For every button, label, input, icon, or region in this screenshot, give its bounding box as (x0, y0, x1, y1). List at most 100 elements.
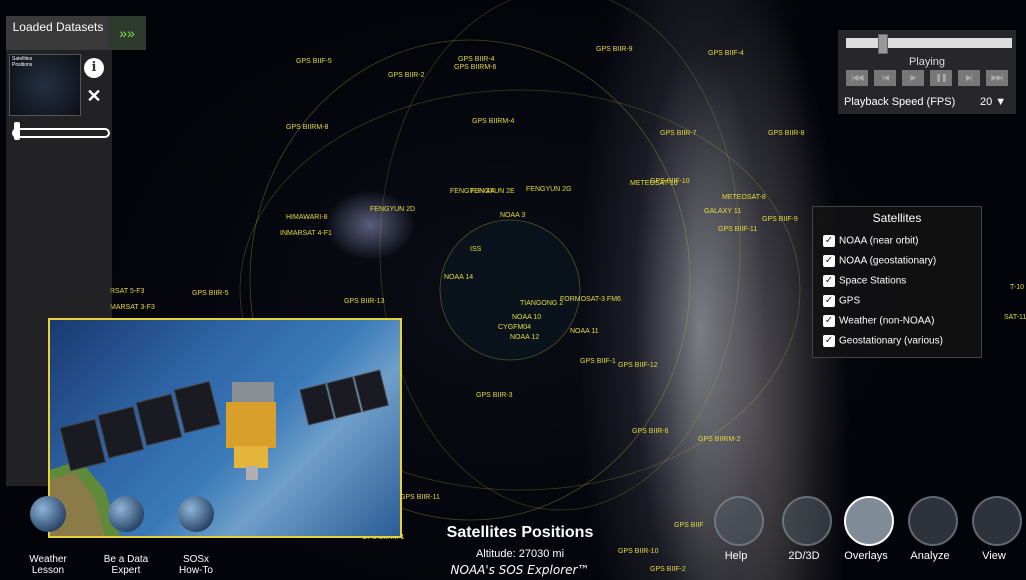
hand-touch-icon (714, 496, 764, 546)
chevron-double-right-icon[interactable]: »» (108, 16, 146, 50)
satellite-filter-space-stations[interactable]: ✓ Space Stations (823, 275, 906, 291)
satellite-label[interactable]: GPS BIIF-11 (718, 226, 757, 234)
skip-forward-button[interactable]: ▶▶| (986, 70, 1008, 86)
checkbox-icon[interactable]: ✓ (823, 255, 835, 267)
app-brand: NOAA's SOS Explorer™ (450, 563, 590, 577)
satellite-label[interactable]: FORMOSAT-3 FM6 (560, 296, 621, 304)
move-arrows-icon (972, 496, 1022, 546)
skip-back-button[interactable]: |◀◀ (846, 70, 868, 86)
pause-button[interactable]: ❚❚ (930, 70, 952, 86)
satellite-label[interactable]: GPS BIIF-12 (618, 362, 658, 370)
play-button[interactable]: ▶ (902, 70, 924, 86)
info-icon[interactable]: i (84, 58, 104, 78)
satellites-filter-panel: Satellites ✓ NOAA (near orbit) ✓ NOAA (geo… (812, 206, 982, 358)
satellite-label[interactable]: FENGYUN 2E (470, 188, 515, 196)
satellite-label[interactable]: T-10 (1010, 284, 1024, 292)
satellite-label[interactable]: GPS BIIRM-2 (698, 436, 740, 444)
satellite-label[interactable]: NOAA 11 (570, 328, 599, 336)
opacity-slider[interactable] (12, 128, 110, 138)
satellite-label[interactable]: GPS BIIR-8 (768, 130, 805, 138)
satellite-label[interactable]: GPS BIIR-9 (596, 46, 633, 54)
satellite-label[interactable]: METEOSAT-10 (630, 180, 678, 188)
checkbox-icon[interactable]: ✓ (823, 335, 835, 347)
2d-3d-label: 2D/3D (788, 550, 820, 562)
satellite-label[interactable]: GPS BIIR-3 (476, 392, 513, 400)
satellite-label[interactable]: GPS BIIR-11 (400, 494, 440, 502)
playback-panel: Playing |◀◀ |◀ ▶ ❚❚ ▶| ▶▶| Playback Spee… (838, 30, 1016, 114)
satellite-label[interactable]: HIMAWARI-8 (286, 214, 327, 222)
overlays-button[interactable]: Overlays (834, 496, 898, 580)
dataset-thumbnail[interactable]: Satellites Positions (9, 54, 81, 116)
checkbox-icon[interactable]: ✓ (823, 295, 835, 307)
analyze-button[interactable]: Analyze (898, 496, 962, 580)
satellite-label[interactable]: NOAA 12 (510, 334, 539, 342)
satellite-label[interactable]: GPS BIIF-9 (762, 216, 798, 224)
satellite-label[interactable]: GPS BIIF-4 (708, 50, 744, 58)
checkbox-icon[interactable]: ✓ (823, 235, 835, 247)
satellite-label[interactable]: MARSAT 3-F3 (110, 304, 155, 312)
satellite-label[interactable]: TIANGONG 2 (520, 300, 563, 308)
close-icon[interactable]: ✕ (84, 86, 104, 106)
step-forward-button[interactable]: ▶| (958, 70, 980, 86)
satellite-label[interactable]: NOAA 3 (500, 212, 525, 220)
satellites-panel-title: Satellites (872, 211, 922, 225)
view-button[interactable]: View (962, 496, 1026, 580)
satellite-label[interactable]: GPS BIIR-6 (632, 428, 669, 436)
satellite-label[interactable]: GPS BIIRM-6 (454, 64, 496, 72)
satellite-label[interactable]: GPS BIIR-13 (344, 298, 384, 306)
timeline-slider[interactable] (846, 38, 1012, 48)
satellite-label[interactable]: NOAA 14 (444, 274, 473, 282)
satellite-label[interactable]: GPS BIIF-5 (296, 58, 332, 66)
satellite-label[interactable]: SAT-11 (1004, 314, 1026, 322)
playback-speed-label: Playback Speed (FPS) (844, 96, 956, 108)
opacity-slider-handle[interactable] (14, 122, 20, 140)
2d-3d-button[interactable]: 2D/3D (772, 496, 836, 580)
satellite-label[interactable]: GPS BIIR-5 (192, 290, 229, 298)
satellite-label[interactable]: GPS BIIRM-4 (472, 118, 514, 126)
checkbox-icon[interactable]: ✓ (823, 315, 835, 327)
weather-lesson-button[interactable]: Weather Lesson (18, 490, 78, 580)
be-a-data-expert-button[interactable]: Be a Data Expert (96, 490, 156, 580)
satellite-label[interactable]: GPS BIIF (674, 522, 704, 530)
sosx-how-to-button[interactable]: SOSx How-To (166, 490, 226, 580)
analyze-label: Analyze (910, 550, 950, 562)
sosx-how-to-label: SOSx How-To (179, 554, 213, 576)
globe-icon (108, 496, 144, 532)
satellite-filter-noaa-geo[interactable]: ✓ NOAA (geostationary) (823, 255, 936, 271)
timeline-handle[interactable] (878, 34, 888, 54)
altitude-readout: Altitude: 27030 mi (475, 548, 565, 560)
satellite-label[interactable]: ISS (470, 246, 481, 254)
satellite-label[interactable]: GPS BIIR-2 (388, 72, 425, 80)
satellite-label[interactable]: CYGFM04 (498, 324, 531, 332)
satellite-label[interactable]: GPS BIIRM-8 (286, 124, 328, 132)
satellite-label[interactable]: GPS BIIF-1 (580, 358, 616, 366)
globe-overlay-icon (844, 496, 894, 546)
globe-icon (178, 496, 214, 532)
satellite-label[interactable]: FENGYUN 2G (526, 186, 572, 194)
satellite-label[interactable]: NOAA 10 (512, 314, 541, 322)
checkbox-icon[interactable]: ✓ (823, 275, 835, 287)
help-button[interactable]: Help (704, 496, 768, 580)
eyedropper-icon (908, 496, 958, 546)
loaded-datasets-header: Loaded Datasets (6, 16, 112, 50)
satellite-label[interactable]: GPS BIIR-4 (458, 56, 495, 64)
playback-speed-dropdown[interactable]: 20 ▼ (980, 96, 1006, 108)
map-icon (782, 496, 832, 546)
satellite-filter-noaa-near[interactable]: ✓ NOAA (near orbit) (823, 235, 918, 251)
satellite-label[interactable]: GALAXY 11 (704, 208, 741, 216)
playback-status: Playing (908, 56, 946, 68)
help-label: Help (724, 550, 748, 562)
satellite-label[interactable]: GPS BIIR-7 (660, 130, 697, 138)
satellite-label[interactable]: RSAT 5-F3 (110, 288, 144, 296)
step-back-button[interactable]: |◀ (874, 70, 896, 86)
overlays-label: Overlays (844, 550, 888, 562)
satellite-label[interactable]: INMARSAT 4-F1 (280, 230, 332, 238)
satellite-filter-weather[interactable]: ✓ Weather (non-NOAA) (823, 315, 934, 331)
satellite-label[interactable]: FENGYUN 2D (370, 206, 415, 214)
satellite-filter-gps[interactable]: ✓ GPS (823, 295, 860, 311)
view-label: View (982, 550, 1006, 562)
satellite-filter-geostationary[interactable]: ✓ Geostationary (various) (823, 335, 943, 351)
dataset-title: Satellites Positions (446, 524, 594, 541)
be-a-data-expert-label: Be a Data Expert (103, 554, 149, 576)
satellite-label[interactable]: METEOSAT-8 (722, 194, 766, 202)
